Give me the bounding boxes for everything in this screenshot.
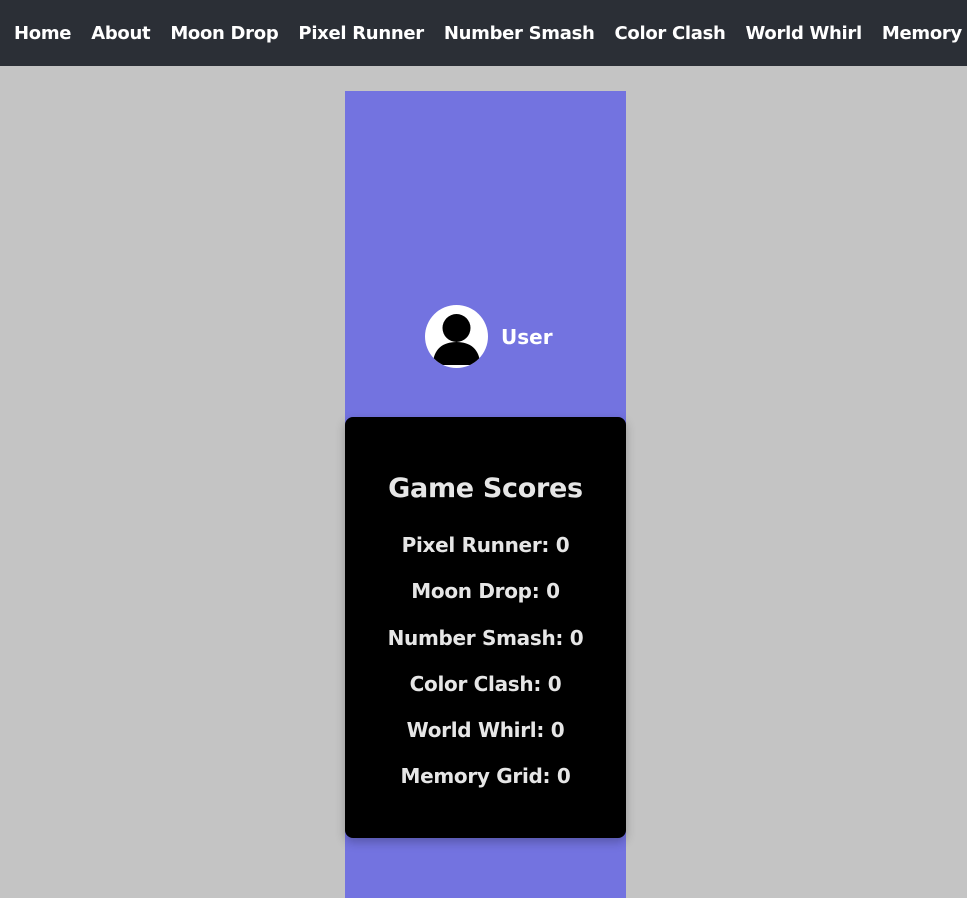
score-memory-grid: Memory Grid: 0	[400, 764, 571, 789]
game-scores-card: Game Scores Pixel Runner: 0 Moon Drop: 0…	[345, 417, 626, 838]
profile-panel: User Game Scores Pixel Runner: 0 Moon Dr…	[345, 91, 626, 898]
avatar[interactable]	[425, 305, 488, 368]
user-silhouette-icon	[433, 314, 480, 365]
nav-link-world-whirl[interactable]: World Whirl	[746, 23, 863, 44]
score-color-clash: Color Clash: 0	[409, 671, 562, 696]
scores-title: Game Scores	[388, 473, 583, 504]
score-moon-drop: Moon Drop: 0	[411, 579, 560, 604]
nav-link-pixel-runner[interactable]: Pixel Runner	[298, 23, 424, 44]
nav-link-home[interactable]: Home	[14, 23, 72, 44]
username-label: User	[501, 324, 553, 349]
user-profile: User	[425, 305, 553, 368]
top-navbar: Home About Moon Drop Pixel Runner Number…	[0, 0, 967, 66]
score-pixel-runner: Pixel Runner: 0	[401, 533, 570, 557]
nav-link-color-clash[interactable]: Color Clash	[615, 23, 726, 44]
nav-link-about[interactable]: About	[91, 23, 150, 44]
score-world-whirl: World Whirl: 0	[406, 718, 565, 743]
score-number-smash: Number Smash: 0	[387, 625, 584, 650]
nav-link-memory-grid[interactable]: Memory Grid	[882, 23, 967, 44]
nav-link-number-smash[interactable]: Number Smash	[444, 23, 595, 44]
scores-list: Pixel Runner: 0 Moon Drop: 0 Number Smas…	[345, 522, 626, 800]
nav-link-moon-drop[interactable]: Moon Drop	[170, 23, 278, 44]
